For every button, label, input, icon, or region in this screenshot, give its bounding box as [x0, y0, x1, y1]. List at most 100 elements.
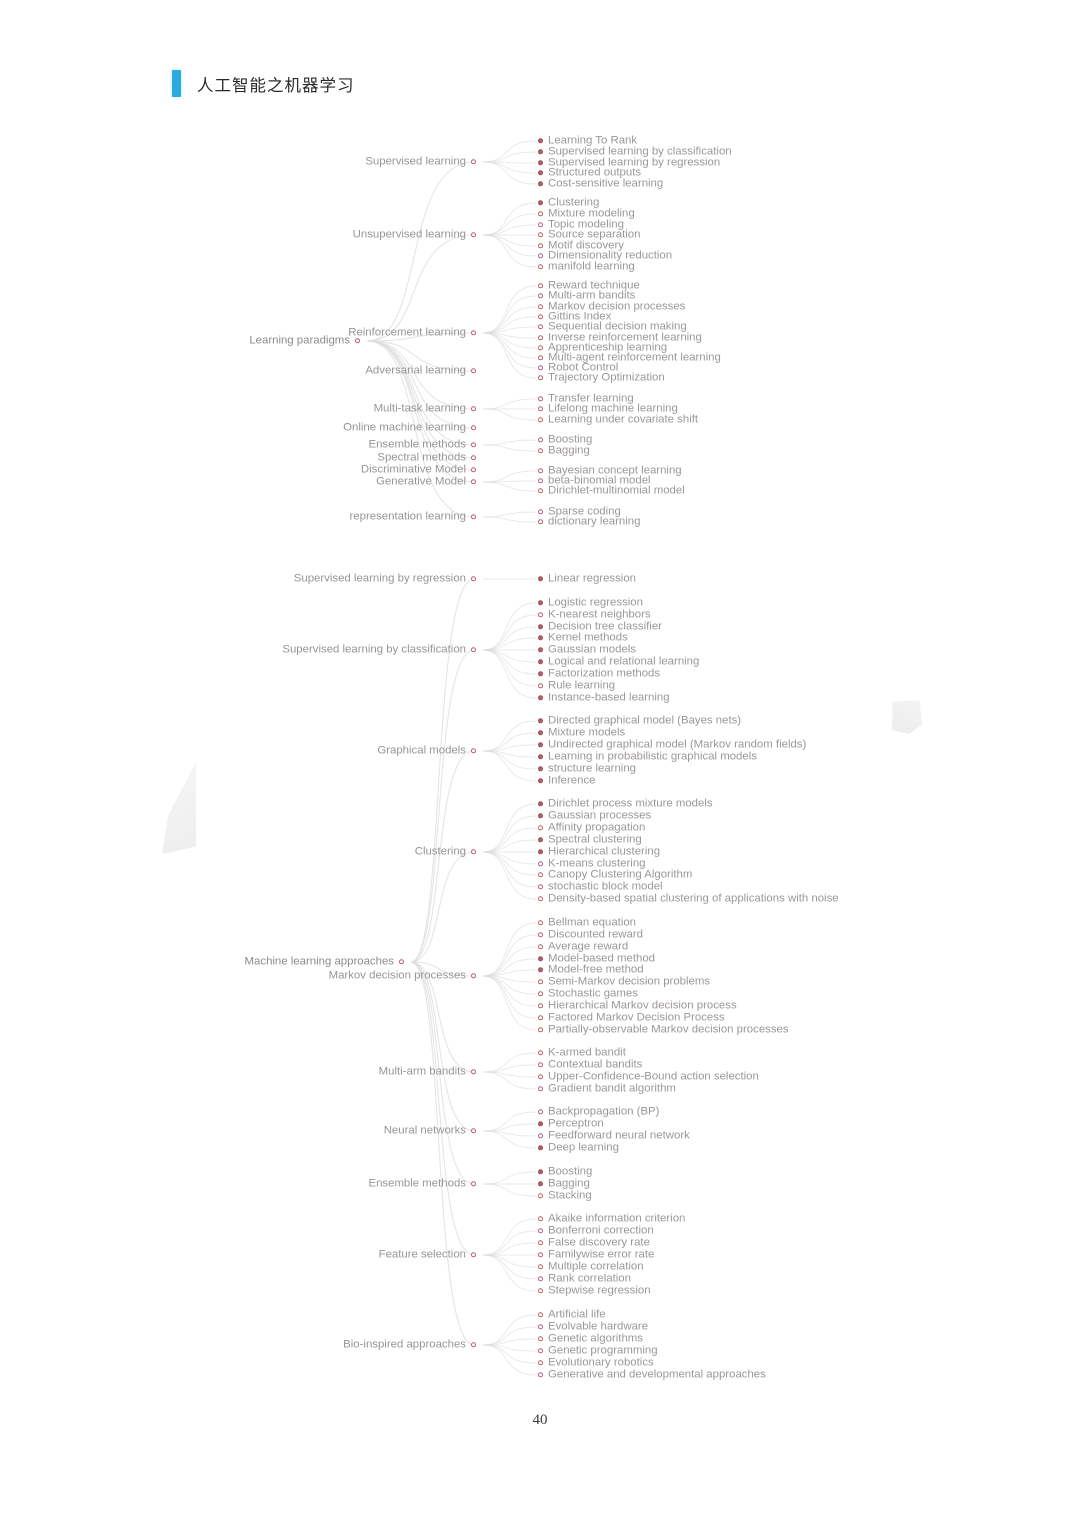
leaf-node-reinforcement-learning-9[interactable]: Trajectory Optimization	[538, 371, 665, 384]
branch-node-adversarial-learning[interactable]: Adversarial learning	[0, 364, 476, 376]
leaf-node-graphical-models-4[interactable]: structure learning	[538, 762, 636, 774]
branch-node-spectral-methods[interactable]: Spectral methods	[0, 451, 476, 463]
leaf-node-graphical-models-1[interactable]: Mixture models	[538, 726, 625, 738]
branch-node-reinforcement-learning-label: Reinforcement learning	[348, 326, 466, 339]
leaf-node-multi-arm-bandits-0[interactable]: K-armed bandit	[538, 1046, 626, 1058]
leaf-node-ensemble-methods-paradigm-1[interactable]: Bagging	[538, 444, 590, 456]
leaf-node-markov-decision-processes-8[interactable]: Factored Markov Decision Process	[538, 1011, 725, 1024]
leaf-node-ensemble-methods-approach-0[interactable]: Boosting	[538, 1165, 592, 1177]
leaf-node-supervised-learning-by-regression-0[interactable]: Linear regression	[538, 572, 636, 584]
leaf-node-supervised-learning-by-classification-7[interactable]: Rule learning	[538, 679, 615, 691]
leaf-node-bio-inspired-approaches-5-label: Generative and developmental approaches	[548, 1368, 766, 1381]
branch-node-unsupervised-learning[interactable]: Unsupervised learning	[0, 228, 476, 240]
branch-node-feature-selection[interactable]: Feature selection	[0, 1248, 476, 1260]
leaf-node-graphical-models-5[interactable]: Inference	[538, 774, 596, 786]
leaf-node-markov-decision-processes-2[interactable]: Average reward	[538, 940, 628, 952]
root-node-machine-learning-approaches[interactable]: Machine learning approaches	[0, 955, 404, 967]
leaf-node-neural-networks-3[interactable]: Deep learning	[538, 1141, 619, 1153]
leaf-node-clustering-8[interactable]: Density-based spatial clustering of appl…	[538, 892, 839, 904]
leaf-node-feature-selection-4[interactable]: Multiple correlation	[538, 1260, 644, 1272]
leaf-node-markov-decision-processes-9-label: Partially-observable Markov decision pro…	[548, 1023, 789, 1036]
node-marker-icon	[538, 232, 543, 238]
leaf-node-bio-inspired-approaches-0[interactable]: Artificial life	[538, 1308, 606, 1321]
leaf-node-representation-learning-1[interactable]: dictionary learning	[538, 515, 640, 527]
leaf-node-bio-inspired-approaches-3[interactable]: Genetic programming	[538, 1344, 658, 1356]
leaf-node-multi-arm-bandits-2[interactable]: Upper-Confidence-Bound action selection	[538, 1070, 759, 1082]
leaf-node-clustering-3[interactable]: Spectral clustering	[538, 833, 642, 845]
leaf-node-markov-decision-processes-0[interactable]: Bellman equation	[538, 916, 636, 928]
leaf-node-neural-networks-0[interactable]: Backpropagation (BP)	[538, 1105, 659, 1117]
leaf-node-multi-task-learning-2[interactable]: Learning under covariate shift	[538, 413, 698, 425]
leaf-node-supervised-learning-4[interactable]: Cost-sensitive learning	[538, 177, 663, 189]
branch-node-supervised-learning-by-classification[interactable]: Supervised learning by classification	[0, 643, 476, 655]
leaf-node-neural-networks-2-label: Feedforward neural network	[548, 1129, 690, 1142]
leaf-node-clustering-2[interactable]: Affinity propagation	[538, 821, 645, 833]
leaf-node-graphical-models-0[interactable]: Directed graphical model (Bayes nets)	[538, 714, 741, 726]
leaf-node-supervised-learning-by-classification-4[interactable]: Gaussian models	[538, 643, 636, 655]
leaf-node-feature-selection-0-label: Akaike information criterion	[548, 1212, 686, 1225]
leaf-node-markov-decision-processes-8-label: Factored Markov Decision Process	[548, 1011, 725, 1024]
leaf-node-bio-inspired-approaches-0-label: Artificial life	[548, 1308, 606, 1321]
branch-node-ensemble-methods-paradigm-label: Ensemble methods	[368, 438, 466, 451]
leaf-node-supervised-learning-by-classification-0[interactable]: Logistic regression	[538, 596, 643, 608]
leaf-node-bio-inspired-approaches-5[interactable]: Generative and developmental approaches	[538, 1368, 766, 1381]
leaf-node-supervised-learning-by-classification-6[interactable]: Factorization methods	[538, 667, 660, 679]
leaf-node-unsupervised-learning-6[interactable]: manifold learning	[538, 260, 635, 272]
branch-node-discriminative-model[interactable]: Discriminative Model	[0, 463, 476, 475]
leaf-node-markov-decision-processes-5[interactable]: Semi-Markov decision problems	[538, 975, 710, 987]
leaf-node-supervised-learning-by-classification-5[interactable]: Logical and relational learning	[538, 655, 699, 667]
branch-node-supervised-learning-by-regression[interactable]: Supervised learning by regression	[0, 572, 476, 584]
leaf-node-markov-decision-processes-9[interactable]: Partially-observable Markov decision pro…	[538, 1023, 789, 1036]
branch-node-multi-task-learning[interactable]: Multi-task learning	[0, 402, 476, 414]
leaf-node-markov-decision-processes-4[interactable]: Model-free method	[538, 963, 644, 975]
leaf-node-markov-decision-processes-7[interactable]: Hierarchical Markov decision process	[538, 999, 737, 1011]
leaf-node-bio-inspired-approaches-1[interactable]: Evolvable hardware	[538, 1320, 648, 1332]
leaf-node-feature-selection-2[interactable]: False discovery rate	[538, 1236, 650, 1248]
leaf-node-feature-selection-5[interactable]: Rank correlation	[538, 1272, 631, 1284]
leaf-node-reinforcement-learning-9-label: Trajectory Optimization	[548, 371, 665, 384]
branch-node-online-machine-learning[interactable]: Online machine learning	[0, 421, 476, 433]
leaf-node-clustering-1[interactable]: Gaussian processes	[538, 809, 651, 821]
branch-node-representation-learning[interactable]: representation learning	[0, 510, 476, 522]
branch-node-supervised-learning[interactable]: Supervised learning	[0, 155, 476, 167]
leaf-node-bio-inspired-approaches-4[interactable]: Evolutionary robotics	[538, 1356, 654, 1368]
leaf-node-feature-selection-6[interactable]: Stepwise regression	[538, 1284, 651, 1297]
branch-node-neural-networks[interactable]: Neural networks	[0, 1124, 476, 1136]
leaf-node-feature-selection-1[interactable]: Bonferroni correction	[538, 1224, 654, 1236]
leaf-node-multi-arm-bandits-3[interactable]: Gradient bandit algorithm	[538, 1082, 676, 1094]
node-marker-icon	[538, 813, 543, 819]
branch-node-bio-inspired-approaches[interactable]: Bio-inspired approaches	[0, 1338, 476, 1350]
leaf-node-supervised-learning-by-classification-1[interactable]: K-nearest neighbors	[538, 608, 651, 620]
leaf-node-feature-selection-3[interactable]: Familywise error rate	[538, 1248, 654, 1260]
leaf-node-markov-decision-processes-1[interactable]: Discounted reward	[538, 928, 643, 940]
leaf-node-generative-model-2[interactable]: Dirichlet-multinomial model	[538, 484, 685, 496]
branch-node-graphical-models[interactable]: Graphical models	[0, 744, 476, 756]
node-marker-icon	[538, 283, 543, 289]
leaf-node-clustering-7[interactable]: stochastic block model	[538, 880, 663, 892]
branch-node-ensemble-methods-paradigm[interactable]: Ensemble methods	[0, 438, 476, 451]
branch-node-clustering[interactable]: Clustering	[0, 845, 476, 857]
leaf-node-feature-selection-6-label: Stepwise regression	[548, 1284, 651, 1297]
leaf-node-neural-networks-2[interactable]: Feedforward neural network	[538, 1129, 690, 1142]
leaf-node-clustering-0[interactable]: Dirichlet process mixture models	[538, 797, 713, 809]
leaf-node-graphical-models-3[interactable]: Learning in probabilistic graphical mode…	[538, 750, 757, 762]
leaf-node-markov-decision-processes-6[interactable]: Stochastic games	[538, 987, 638, 999]
leaf-node-clustering-6[interactable]: Canopy Clustering Algorithm	[538, 868, 692, 880]
leaf-node-supervised-learning-by-classification-8[interactable]: Instance-based learning	[538, 691, 670, 703]
leaf-node-neural-networks-1[interactable]: Perceptron	[538, 1117, 604, 1129]
node-marker-icon	[471, 442, 476, 448]
branch-node-generative-model[interactable]: Generative Model	[0, 475, 476, 487]
branch-node-multi-arm-bandits[interactable]: Multi-arm bandits	[0, 1065, 476, 1077]
leaf-node-supervised-learning-by-classification-3[interactable]: Kernel methods	[538, 631, 628, 643]
node-marker-icon	[538, 1027, 543, 1033]
branch-node-reinforcement-learning[interactable]: Reinforcement learning	[0, 326, 476, 339]
leaf-node-bio-inspired-approaches-2[interactable]: Genetic algorithms	[538, 1332, 643, 1344]
leaf-node-clustering-4[interactable]: Hierarchical clustering	[538, 845, 660, 857]
leaf-node-feature-selection-0[interactable]: Akaike information criterion	[538, 1212, 686, 1225]
leaf-node-graphical-models-2[interactable]: Undirected graphical model (Markov rando…	[538, 738, 806, 750]
leaf-node-ensemble-methods-approach-2[interactable]: Stacking	[538, 1189, 592, 1201]
leaf-node-multi-arm-bandits-1[interactable]: Contextual bandits	[538, 1058, 642, 1070]
branch-node-ensemble-methods-approach[interactable]: Ensemble methods	[0, 1177, 476, 1189]
branch-node-markov-decision-processes[interactable]: Markov decision processes	[0, 969, 476, 981]
leaf-node-ensemble-methods-approach-1[interactable]: Bagging	[538, 1177, 590, 1189]
